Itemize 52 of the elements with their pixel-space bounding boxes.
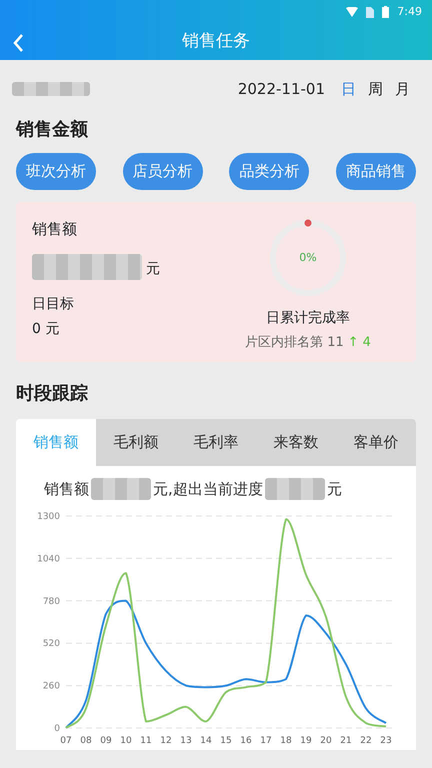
x-tick-label: 23 — [380, 736, 392, 746]
target-label: 日目标 — [32, 295, 75, 314]
x-tick-label: 12 — [160, 736, 172, 746]
redacted-value — [264, 478, 325, 500]
rank-text: 片区内排名第 11 — [245, 334, 344, 352]
date-text[interactable]: 2022-11-01 — [238, 78, 325, 100]
section-title: 销售金额 — [14, 118, 89, 142]
wifi-icon — [346, 7, 358, 17]
battery-icon — [382, 6, 390, 18]
x-tick-label: 17 — [260, 736, 272, 746]
x-tick-label: 15 — [220, 736, 232, 746]
x-tick-label: 20 — [320, 736, 332, 746]
x-tick-label: 11 — [140, 736, 152, 746]
y-tick-label: 520 — [42, 639, 60, 650]
completion-label: 日累计完成率 — [266, 308, 350, 328]
summary-text: 元 — [326, 478, 342, 500]
x-tick-label: 13 — [180, 736, 192, 746]
y-tick-label: 0 — [54, 724, 60, 734]
x-tick-label: 07 — [60, 736, 72, 746]
x-tick-label: 19 — [300, 736, 312, 746]
up-arrow-icon: ↑ — [348, 332, 359, 352]
x-tick-label: 14 — [200, 736, 212, 746]
page-title: 销售任务 — [182, 30, 250, 54]
x-tick-label: 22 — [360, 736, 372, 746]
x-tick-label: 21 — [340, 736, 352, 746]
y-tick-label: 1300 — [37, 512, 60, 522]
y-tick-label: 780 — [42, 596, 60, 607]
metric-tab[interactable]: 客单价 — [336, 419, 416, 466]
rank-change: 4 — [362, 334, 371, 352]
progress-percent: 0% — [299, 249, 317, 266]
redacted-value — [91, 478, 151, 500]
y-tick-label: 260 — [42, 682, 60, 692]
period-tab[interactable]: 月 — [389, 78, 416, 100]
sim-icon — [366, 6, 374, 18]
metric-tab[interactable]: 毛利率 — [176, 419, 256, 466]
sales-label: 销售额 — [32, 218, 78, 240]
x-tick-label: 09 — [100, 736, 112, 746]
section-title: 时段跟踪 — [15, 382, 89, 406]
summary-text: 元,超出当前进度 — [153, 478, 263, 500]
summary-text: 销售额 — [44, 478, 89, 500]
x-tick-label: 16 — [240, 736, 252, 746]
x-tick-label: 10 — [120, 736, 132, 746]
x-tick-label: 18 — [280, 736, 292, 746]
target-value: 0 元 — [32, 320, 60, 339]
progress-start-dot — [304, 219, 312, 226]
metric-tab[interactable]: 来客数 — [256, 419, 336, 466]
y-tick-label: 1040 — [37, 554, 60, 564]
unit-text: 元 — [146, 260, 160, 279]
period-tab[interactable]: 周 — [362, 78, 389, 100]
status-time: 7:49 — [397, 4, 422, 20]
metric-tab[interactable]: 毛利额 — [96, 419, 176, 466]
x-tick-label: 08 — [80, 736, 92, 746]
